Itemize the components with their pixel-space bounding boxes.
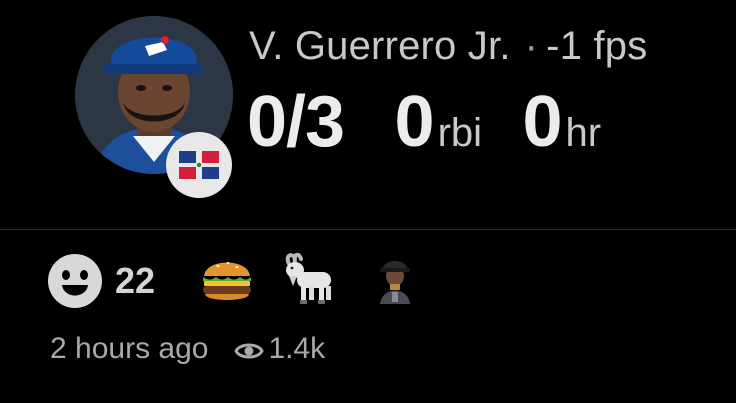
country-flag-badge: [166, 132, 232, 198]
at-bats-value: 0/3: [247, 82, 345, 162]
post-card: V. Guerrero Jr. · -1 fps 0/3 0 rbi 0 hr 22: [0, 0, 736, 403]
burger-emoji-icon[interactable]: [200, 252, 254, 306]
post-meta: 2 hours ago 1.4k: [50, 330, 325, 368]
fps-value: -1 fps: [546, 24, 648, 68]
stat-line: 0/3 0 rbi 0 hr: [247, 82, 601, 162]
divider: [0, 229, 736, 230]
at-bats-stat: 0/3: [247, 82, 345, 162]
custom-gif-reaction-icon[interactable]: [370, 254, 420, 304]
time-ago: 2 hours ago: [50, 332, 209, 365]
eye-icon: [234, 343, 265, 359]
player-name[interactable]: V. Guerrero Jr.: [249, 24, 511, 68]
smiley-face-icon[interactable]: [47, 253, 103, 309]
reactions-row: 22: [47, 248, 687, 310]
player-header: V. Guerrero Jr. · -1 fps: [249, 23, 647, 69]
dominican-republic-flag-icon: [179, 151, 219, 179]
hr-label: hr: [565, 111, 602, 155]
header-separator: ·: [524, 24, 539, 68]
rbi-value: 0: [394, 82, 435, 162]
rbi-stat: 0 rbi: [395, 82, 483, 162]
reaction-count[interactable]: 22: [115, 258, 155, 304]
rbi-label: rbi: [437, 111, 483, 155]
goat-emoji-icon[interactable]: [281, 250, 339, 308]
hr-stat: 0 hr: [523, 82, 602, 162]
hr-value: 0: [522, 82, 563, 162]
view-count: 1.4k: [268, 332, 326, 365]
